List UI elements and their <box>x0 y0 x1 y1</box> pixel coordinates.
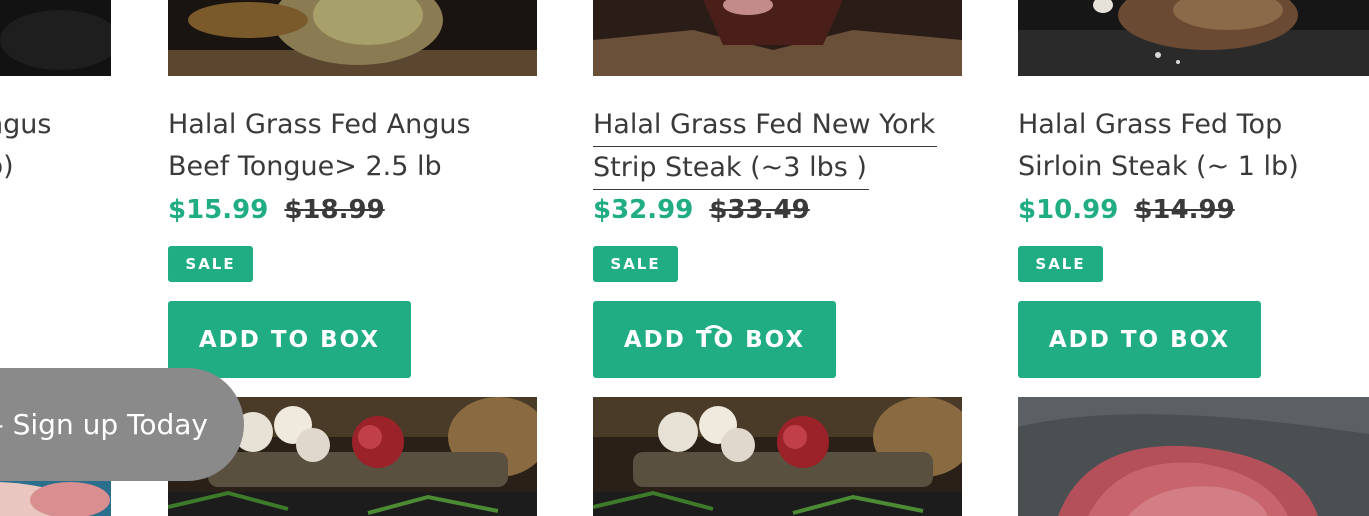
price-row: $32.99 $33.49 <box>593 193 810 227</box>
loading-spinner-icon <box>701 325 727 351</box>
product-image[interactable] <box>593 0 962 76</box>
compare-price: $33.49 <box>709 195 810 225</box>
compare-price: $14.99 <box>1134 195 1235 225</box>
sale-badge: SALE <box>593 246 678 282</box>
product-grid: ngus b) Halal Grass Fed Angus Beef Tongu… <box>0 0 1369 516</box>
add-to-box-button[interactable]: ADD TO BOX <box>593 301 836 378</box>
add-to-box-label: ADD TO BOX <box>1048 326 1231 353</box>
product-image[interactable] <box>168 0 537 76</box>
add-to-box-button[interactable]: ADD TO BOX <box>168 301 411 378</box>
add-to-box-label: ADD TO BOX <box>198 326 381 353</box>
add-to-box-button[interactable]: ADD TO BOX <box>1018 301 1261 378</box>
partial-product-title[interactable]: ngus b) <box>0 104 51 188</box>
sale-price: $32.99 <box>593 195 694 225</box>
partial-product-image[interactable] <box>0 0 111 76</box>
product-image[interactable] <box>1018 0 1369 76</box>
sale-price: $10.99 <box>1018 195 1119 225</box>
partial-product-image-bottom[interactable] <box>0 480 111 516</box>
price-row: $15.99 $18.99 <box>168 193 385 227</box>
compare-price: $18.99 <box>284 195 385 225</box>
signup-banner-text: - Sign up Today <box>0 408 208 441</box>
price-row: $10.99 $14.99 <box>1018 193 1235 227</box>
product-image-next-row[interactable] <box>593 397 962 516</box>
sale-price: $15.99 <box>168 195 269 225</box>
product-title[interactable]: Halal Grass Fed New York Strip Steak (~3… <box>593 104 962 190</box>
product-title[interactable]: Halal Grass Fed Angus Beef Tongue> 2.5 l… <box>168 104 537 188</box>
sale-badge: SALE <box>1018 246 1103 282</box>
product-title[interactable]: Halal Grass Fed Top Sirloin Steak (~ 1 l… <box>1018 104 1369 188</box>
signup-banner[interactable]: - Sign up Today <box>0 368 244 481</box>
sale-badge: SALE <box>168 246 253 282</box>
product-image-next-row[interactable] <box>1018 397 1369 516</box>
